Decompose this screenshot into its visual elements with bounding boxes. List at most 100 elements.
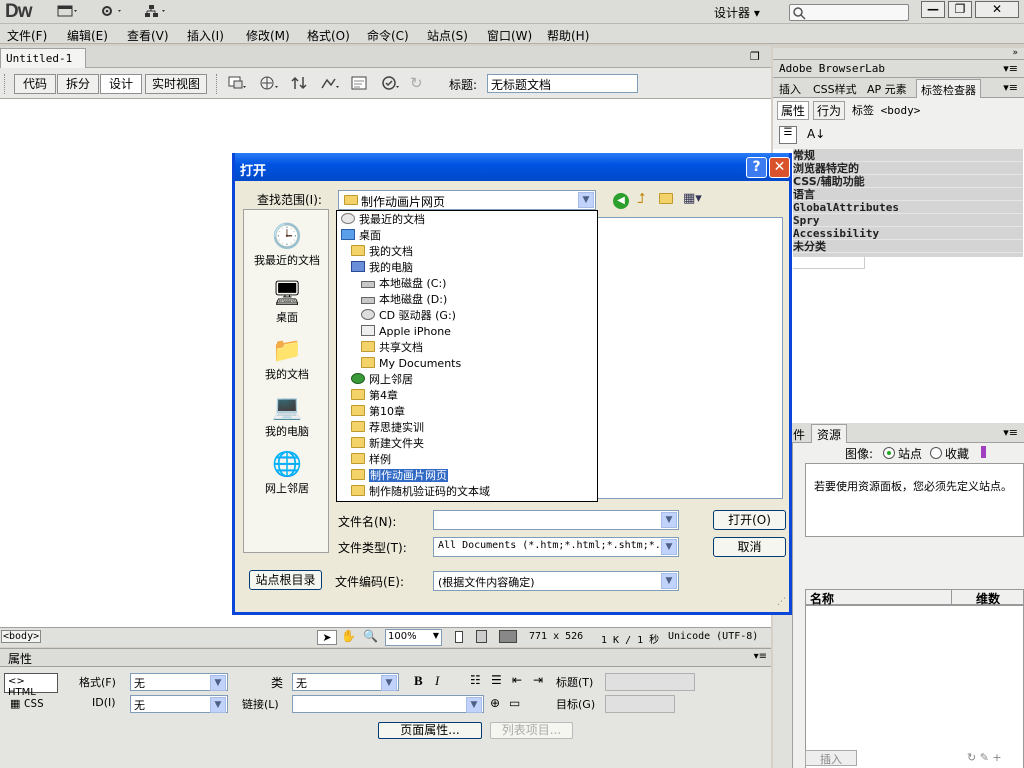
tab-insert[interactable]: 插入 [779, 81, 801, 97]
open-button[interactable]: 打开(O) [713, 510, 786, 530]
help-button[interactable]: ? [746, 157, 767, 178]
dropdown-item[interactable]: 我的电脑 [351, 260, 413, 276]
radio-site[interactable] [883, 447, 895, 459]
dropdown-item[interactable]: 本地磁盘 (D:) [361, 292, 447, 308]
document-tab[interactable]: Untitled-1 × [0, 48, 86, 78]
window-size[interactable]: 771 x 526 [529, 631, 583, 642]
list-item-button[interactable]: 列表项目... [490, 722, 573, 739]
site-root-button[interactable]: 站点根目录 [249, 570, 322, 590]
menu-site[interactable]: 站点(S) [427, 27, 468, 44]
layout-icon[interactable] [57, 4, 79, 20]
menu-insert[interactable]: 插入(I) [187, 27, 224, 44]
title-attr-input[interactable] [605, 673, 695, 691]
extend-gear-icon[interactable] [100, 4, 124, 20]
tag-selector-body[interactable]: <body> [1, 630, 42, 643]
menu-modify[interactable]: 修改(M) [246, 27, 290, 44]
css-mode-button[interactable]: ▦ CSS [10, 697, 44, 710]
workspace-switcher[interactable]: 设计器 ▾ [714, 4, 760, 21]
sort-az-icon[interactable]: A↓ [807, 127, 825, 141]
browserlab-panel-header[interactable]: Adobe BrowserLab ▾≡ [773, 60, 1024, 78]
dropdown-item[interactable]: 共享文档 [361, 340, 423, 356]
place-recent[interactable]: 🕒 我最近的文档 [244, 222, 330, 268]
menu-view[interactable]: 查看(V) [127, 27, 169, 44]
dropdown-item[interactable]: 网上邻居 [351, 372, 413, 388]
category-global-attributes[interactable]: GlobalAttributes [793, 201, 899, 214]
panel-menu-icon[interactable]: ▾≡ [1003, 62, 1018, 75]
zoom-tool-icon[interactable]: 🔍 [363, 629, 378, 643]
validate-icon[interactable] [350, 74, 372, 95]
code-view-button[interactable]: 代码 [14, 74, 56, 94]
category-view-icon[interactable]: ☰ [779, 126, 797, 144]
check-browser-icon[interactable] [380, 74, 402, 95]
title-input[interactable]: 无标题文档 [487, 74, 638, 93]
dropdown-item[interactable]: CD 驱动器 (G:) [361, 308, 456, 324]
back-icon[interactable]: ◀ [613, 193, 629, 209]
tab-ap-elements[interactable]: AP 元素 [867, 81, 907, 97]
help-search-input[interactable] [789, 4, 909, 21]
dropdown-item[interactable]: 制作随机验证码的文本域 [351, 484, 490, 500]
place-my-computer[interactable]: 💻 我的电脑 [244, 393, 330, 439]
new-folder-icon[interactable] [659, 193, 673, 204]
panel-menu-icon[interactable]: ▾≡ [754, 651, 767, 662]
dropdown-item[interactable]: 我最近的文档 [341, 212, 425, 228]
dropdown-item[interactable]: 桌面 [341, 228, 381, 244]
phone-size-icon[interactable] [455, 631, 463, 643]
dialog-close-button[interactable]: ✕ [769, 157, 790, 178]
menu-help[interactable]: 帮助(H) [547, 27, 589, 44]
lookin-select[interactable]: 制作动画片网页 ▼ [338, 190, 596, 210]
panel-menu-icon[interactable]: ▾≡ [1003, 426, 1018, 439]
visual-aids-icon[interactable] [320, 74, 342, 95]
filename-input[interactable]: ▼ [433, 510, 679, 530]
live-view-button[interactable]: 实时视图 [145, 74, 207, 94]
menu-file[interactable]: 文件(F) [7, 27, 47, 44]
subtab-attributes[interactable]: 属性 [777, 101, 810, 120]
properties-header[interactable]: 属性 ▾≡ [0, 649, 771, 667]
assets-list[interactable] [805, 605, 1024, 768]
panel-collapse-bar[interactable]: » [773, 48, 1024, 60]
point-to-file-icon[interactable]: ⊕ [490, 696, 500, 710]
dropdown-item[interactable]: 我的文档 [351, 244, 413, 260]
multiscreen-icon[interactable] [227, 74, 247, 95]
category-browser-specific[interactable]: 浏览器特定的 [793, 162, 899, 175]
hand-tool-icon[interactable]: ✋ [341, 629, 356, 643]
menu-edit[interactable]: 编辑(E) [67, 27, 108, 44]
target-select[interactable] [605, 695, 675, 713]
dropdown-item[interactable]: 荐思捷实训 [351, 420, 424, 436]
radio-favorites[interactable] [930, 447, 942, 459]
site-icon[interactable] [144, 4, 168, 20]
indent-icon[interactable]: ⇥ [533, 673, 543, 687]
outdent-icon[interactable]: ⇤ [512, 673, 522, 687]
category-language[interactable]: 语言 [793, 188, 899, 201]
id-select[interactable]: 无 ▼ [130, 695, 228, 713]
filetype-select[interactable]: All Documents (*.htm;*.html;*.shtm;*. ▼ [433, 537, 679, 557]
tab-assets[interactable]: 资源 [811, 424, 848, 444]
resize-grip[interactable]: ⋰ [777, 597, 786, 607]
dialog-title-bar[interactable]: 打开 [235, 153, 789, 181]
category-accessibility[interactable]: Accessibility [793, 227, 899, 240]
category-general[interactable]: 常规 [793, 149, 899, 162]
dropdown-item[interactable]: Apple iPhone [361, 324, 451, 340]
unordered-list-icon[interactable]: ☷ [470, 673, 481, 687]
tab-files[interactable]: 件 [793, 426, 805, 443]
italic-button[interactable]: I [435, 673, 439, 689]
tab-tag-inspector[interactable]: 标签检查器 [916, 79, 981, 98]
place-my-documents[interactable]: 📁 我的文档 [244, 336, 330, 382]
file-management-icon[interactable] [290, 74, 312, 95]
view-menu-icon[interactable]: ▦▾ [683, 191, 702, 206]
dropdown-item[interactable]: My Documents [361, 356, 461, 372]
dropdown-item[interactable]: 第4章 [351, 388, 398, 404]
cancel-button[interactable]: 取消 [713, 537, 786, 557]
menu-commands[interactable]: 命令(C) [367, 27, 409, 44]
restore-button[interactable]: ❐ [948, 1, 972, 18]
bold-button[interactable]: B [414, 673, 423, 689]
format-select[interactable]: 无 ▼ [130, 673, 228, 691]
place-desktop[interactable]: 🖥 桌面 [244, 279, 330, 325]
dropdown-item[interactable]: 样例 [351, 452, 391, 468]
place-network[interactable]: 🌐 网上邻居 [244, 450, 330, 496]
encoding-select[interactable]: (根据文件内容确定) ▼ [433, 571, 679, 591]
category-uncategorized[interactable]: 未分类 [793, 240, 899, 253]
class-select[interactable]: 无 ▼ [292, 673, 399, 691]
browse-folder-icon[interactable]: ▭ [509, 696, 520, 710]
select-tool-icon[interactable]: ➤ [317, 630, 337, 645]
refresh-assets-icon[interactable]: ↻ ✎ + [967, 751, 1002, 764]
